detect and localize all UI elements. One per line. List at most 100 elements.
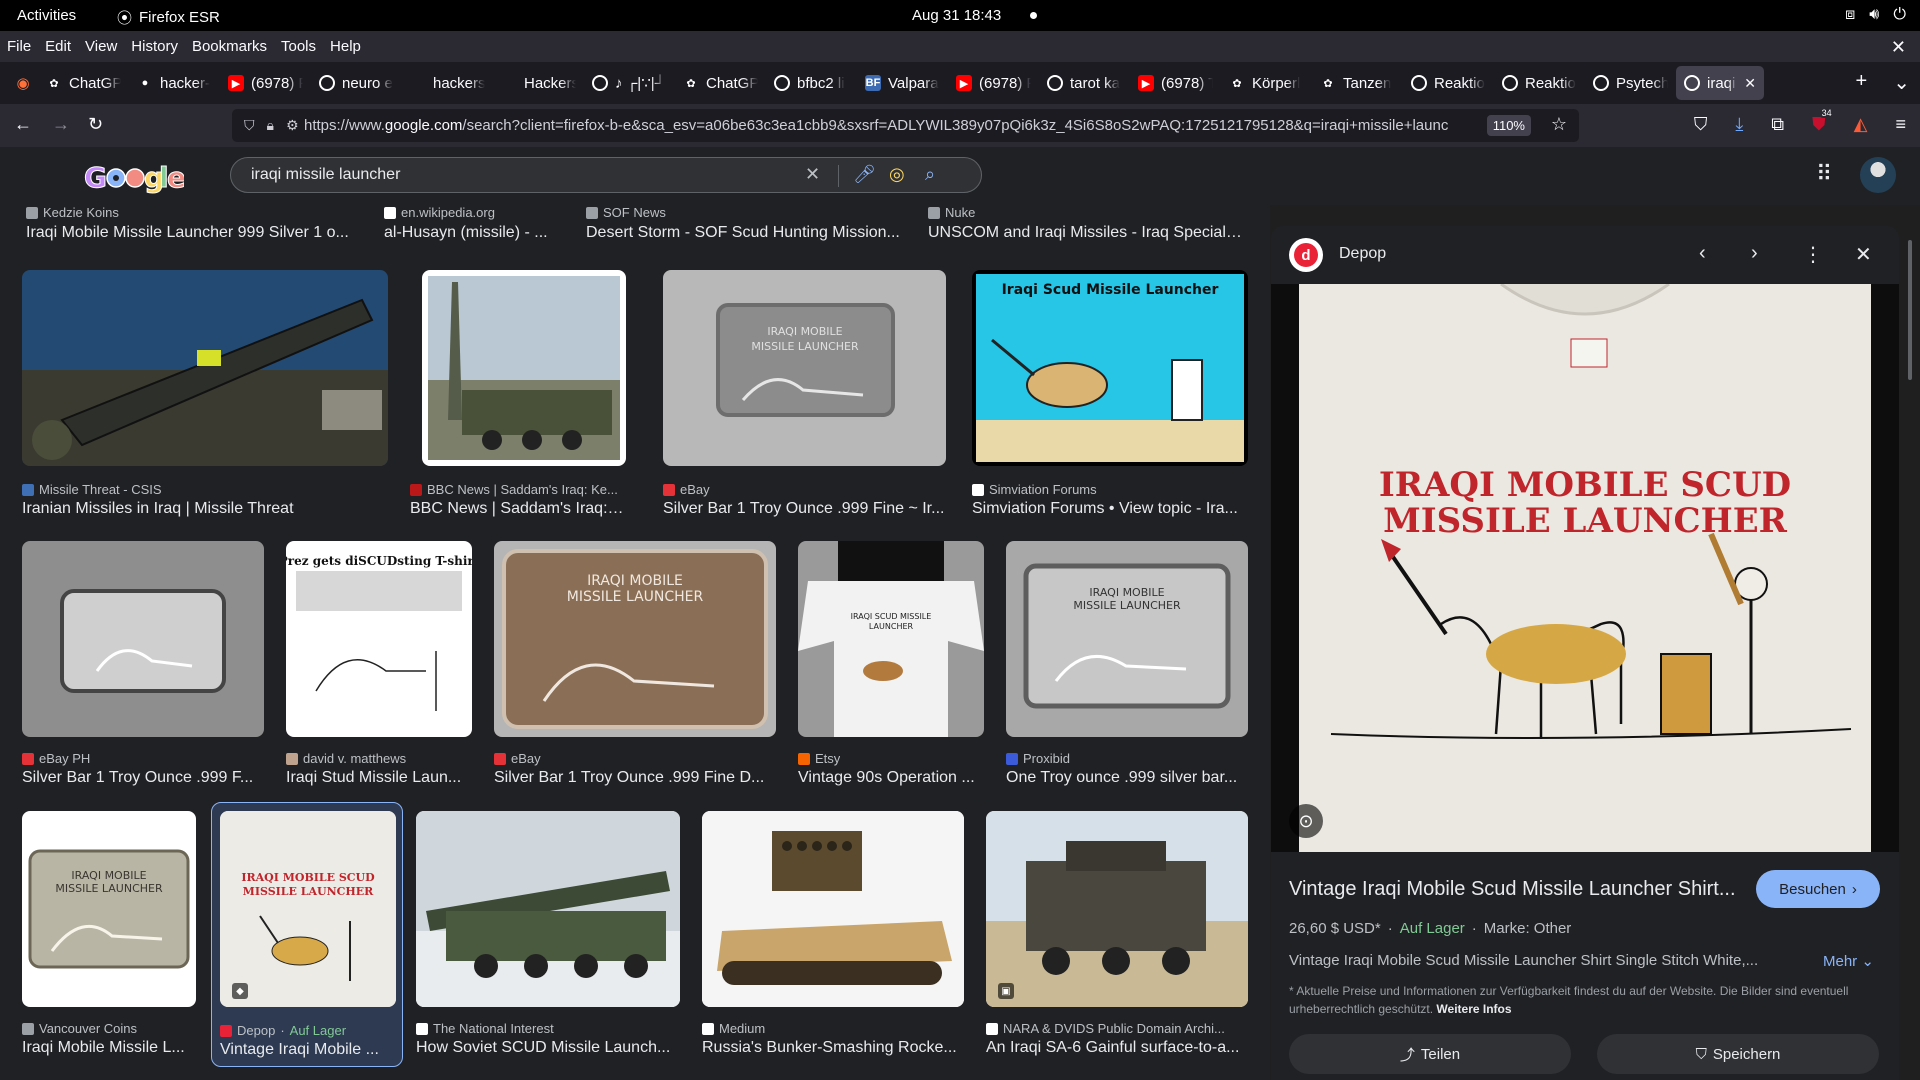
tab-2[interactable]: ● hacker-	[129, 66, 220, 100]
tab-16[interactable]: Reaktio	[1403, 66, 1494, 100]
address-bar[interactable]: ⛉ 🔒︎ ⚙ https://www.google.com/search?cli…	[232, 109, 1579, 142]
menu-view[interactable]: View	[85, 38, 117, 55]
result-card[interactable]: SOF News Desert Storm - SOF Scud Hunting…	[586, 205, 926, 245]
lens-search-icon[interactable]: ⊙	[1289, 804, 1323, 838]
result-card[interactable]: eBay PH Silver Bar 1 Troy Ounce .999 F..…	[22, 541, 264, 791]
url-text[interactable]: https://www.google.com/search?client=fir…	[304, 117, 1474, 134]
result-thumbnail[interactable]	[22, 270, 388, 466]
result-title[interactable]: Russia's Bunker-Smashing Rocke...	[702, 1039, 964, 1057]
depop-logo-icon[interactable]: d	[1289, 238, 1323, 272]
result-title[interactable]: How Soviet SCUD Missile Launch...	[416, 1039, 680, 1057]
clock[interactable]: Aug 31 18:43	[912, 7, 1001, 24]
result-thumbnail[interactable]: ▣	[986, 811, 1248, 1007]
tab-6[interactable]: HackersCar	[493, 66, 584, 100]
result-thumbnail[interactable]: IRAQI MOBILE MISSILE LAUNCHER	[663, 270, 946, 466]
tab-14[interactable]: ✿ Körperl	[1221, 66, 1312, 100]
tab-13[interactable]: ▶ (6978) T	[1130, 66, 1221, 100]
forward-icon[interactable]: →	[52, 114, 70, 135]
share-button[interactable]: ⤴ Teilen	[1289, 1034, 1571, 1074]
pocket-icon[interactable]: ⛉	[1694, 114, 1708, 135]
result-title[interactable]: Silver Bar 1 Troy Ounce .999 F...	[22, 769, 264, 787]
lens-icon[interactable]: ◎	[889, 164, 905, 185]
search-box[interactable]: iraqi missile launcher ✕ 🎤︎ ◎ ⌕	[230, 157, 982, 193]
tab-11[interactable]: ▶ (6978) F	[948, 66, 1039, 100]
result-card[interactable]: en.wikipedia.org al-Husayn (missile) - .…	[384, 205, 584, 245]
tab-17[interactable]: Reaktio	[1494, 66, 1585, 100]
result-thumbnail[interactable]: IRAQI SCUD MISSILE LAUNCHER	[798, 541, 984, 737]
more-info-link[interactable]: Weitere Infos	[1436, 1002, 1511, 1016]
result-card[interactable]: IRAQI SCUD MISSILE LAUNCHER Etsy Vintage…	[798, 541, 984, 791]
result-thumbnail[interactable]: IRAQI MOBILE SCUD MISSILE LAUNCHER ◆	[220, 811, 396, 1007]
page-scrollbar[interactable]	[1908, 240, 1912, 380]
search-input[interactable]: iraqi missile launcher	[251, 166, 400, 184]
preview-source-name[interactable]: Depop	[1339, 245, 1386, 263]
result-card[interactable]: Nuke UNSCOM and Iraqi Missiles - Iraq Sp…	[928, 205, 1258, 245]
more-button[interactable]: Mehr ⌄	[1823, 952, 1874, 970]
result-title[interactable]: al-Husayn (missile) - ...	[384, 224, 584, 242]
result-card[interactable]: Medium Russia's Bunker-Smashing Rocke...	[702, 811, 964, 1061]
result-title[interactable]: Iranian Missiles in Iraq | Missile Threa…	[22, 500, 388, 518]
window-close-icon[interactable]: ✕	[1891, 37, 1906, 58]
result-title[interactable]: Silver Bar 1 Troy Ounce .999 Fine ~ Ir..…	[663, 500, 946, 518]
tab-19[interactable]: iraqi r ✕	[1676, 66, 1764, 100]
result-thumbnail[interactable]: IRAQI MOBILE MISSILE LAUNCHER	[494, 541, 776, 737]
app-menu[interactable]: ⦿ Firefox ESR	[117, 7, 220, 28]
preview-image[interactable]: IRAQI MOBILE SCUD MISSILE LAUNCHER ⊙	[1271, 282, 1899, 852]
result-thumbnail[interactable]	[22, 541, 264, 737]
close-preview-icon[interactable]: ✕	[1855, 242, 1872, 267]
result-title[interactable]: Iraqi Mobile Missile Launcher 999 Silver…	[26, 224, 356, 242]
result-thumbnail[interactable]: IRAQI MOBILE MISSILE LAUNCHER	[22, 811, 196, 1007]
result-thumbnail[interactable]: Iraqi Scud Missile Launcher	[972, 270, 1248, 466]
tab-4[interactable]: neuro e	[311, 66, 402, 100]
account-avatar[interactable]	[1860, 157, 1896, 193]
tab-18[interactable]: Psytech	[1585, 66, 1676, 100]
tab-5[interactable]: hackerscar	[402, 66, 493, 100]
previous-icon[interactable]: ‹	[1699, 242, 1706, 265]
result-title[interactable]: UNSCOM and Iraqi Missiles - Iraq Special…	[928, 224, 1243, 242]
app-menu-icon[interactable]: ≡	[1895, 114, 1906, 135]
tab-12[interactable]: tarot ka	[1039, 66, 1130, 100]
result-title[interactable]: Vintage Iraqi Mobile ...	[220, 1041, 396, 1059]
downloads-icon[interactable]: ⤓	[1735, 114, 1743, 135]
ublock-icon[interactable]: ⛊ 34	[1812, 108, 1834, 135]
google-apps-icon[interactable]: ⠿	[1816, 161, 1832, 187]
list-all-tabs-icon[interactable]: ⌄	[1893, 70, 1910, 95]
next-icon[interactable]: ›	[1751, 242, 1758, 265]
menu-tools[interactable]: Tools	[281, 38, 316, 55]
result-card[interactable]: IRAQI MOBILE MISSILE LAUNCHER Vancouver …	[22, 811, 196, 1061]
tab-9[interactable]: bfbc2 li	[766, 66, 857, 100]
menu-file[interactable]: File	[7, 38, 31, 55]
result-title[interactable]: Iraqi Mobile Missile L...	[22, 1039, 196, 1057]
new-tab-icon[interactable]: +	[1856, 70, 1868, 95]
more-options-icon[interactable]: ⋮	[1803, 242, 1823, 267]
reload-icon[interactable]: ↻	[88, 114, 103, 135]
result-thumbnail[interactable]	[702, 811, 964, 1007]
close-tab-icon[interactable]: ✕	[1744, 75, 1756, 92]
back-icon[interactable]: ←	[14, 114, 32, 135]
tab-10[interactable]: BF Valpara	[857, 66, 948, 100]
result-card[interactable]: Prez gets diSCUDsting T-shirt david v. m…	[286, 541, 472, 791]
result-title[interactable]: Iraqi Stud Missile Laun...	[286, 769, 472, 787]
menu-bookmarks[interactable]: Bookmarks	[192, 38, 267, 55]
voice-search-icon[interactable]: 🎤︎	[853, 164, 876, 185]
result-card[interactable]: Missile Threat - CSIS Iranian Missiles i…	[22, 270, 388, 520]
clear-search-icon[interactable]: ✕	[805, 164, 820, 185]
addon-icon[interactable]: ◭	[1854, 114, 1868, 135]
tracking-shield-icon[interactable]: ⛉	[244, 117, 255, 134]
tab-1[interactable]: ✿ ChatGP	[38, 66, 129, 100]
result-card[interactable]: BBC News | Saddam's Iraq: Ke... BBC News…	[410, 270, 638, 520]
result-card[interactable]: Kedzie Koins Iraqi Mobile Missile Launch…	[26, 205, 386, 245]
result-card[interactable]: IRAQI MOBILE MISSILE LAUNCHER eBay Silve…	[494, 541, 776, 791]
result-card[interactable]: IRAQI MOBILE MISSILE LAUNCHER eBay Silve…	[663, 270, 946, 520]
tab-15[interactable]: ✿ Tanzen	[1312, 66, 1403, 100]
system-tray[interactable]: ⧈ 🔊︎ ⏻	[1845, 6, 1906, 24]
save-button[interactable]: ⛉ Speichern	[1597, 1034, 1879, 1074]
result-card[interactable]: Iraqi Scud Missile Launcher Simviation F…	[972, 270, 1248, 520]
result-title[interactable]: Vintage 90s Operation ...	[798, 769, 984, 787]
visit-button[interactable]: Besuchen ›	[1756, 870, 1880, 908]
activities-button[interactable]: Activities	[17, 7, 76, 24]
tab-8[interactable]: ✿ ChatGP	[675, 66, 766, 100]
tab-3[interactable]: ▶ (6978) F	[220, 66, 311, 100]
permissions-icon[interactable]: ⚙	[286, 117, 299, 134]
result-title[interactable]: Desert Storm - SOF Scud Hunting Mission.…	[586, 224, 916, 242]
